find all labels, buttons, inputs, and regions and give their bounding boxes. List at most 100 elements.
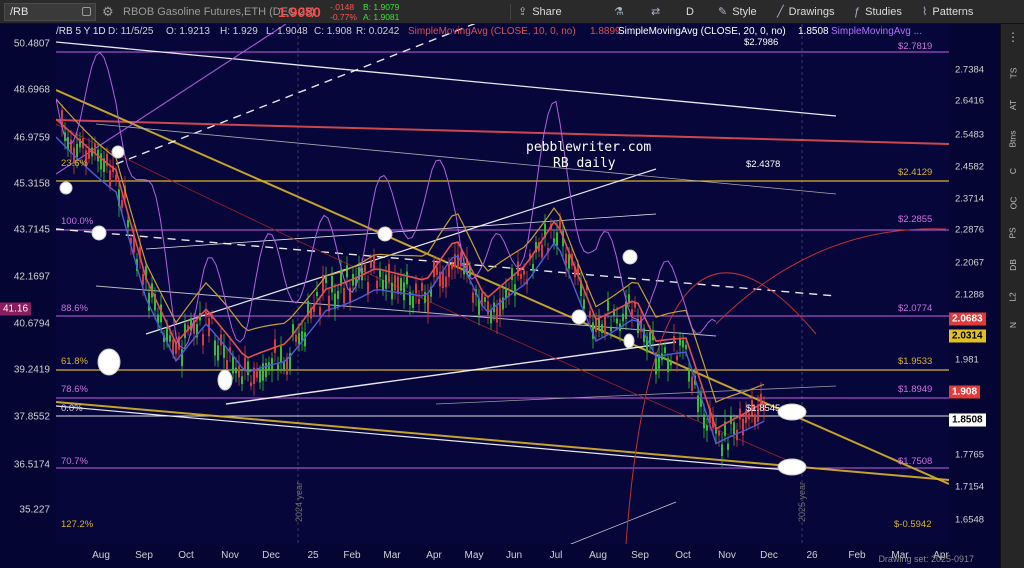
legend-sma20: SimpleMovingAvg (CLOSE, 20, 0, no) xyxy=(618,26,786,37)
time-axis[interactable]: Aug Sep Oct Nov Dec 25 Feb Mar Apr May J… xyxy=(0,544,1000,568)
left-axis-tick: 40.6794 xyxy=(13,318,50,330)
studies-label: Studies xyxy=(865,6,902,18)
candle-body xyxy=(298,333,300,344)
candle-body xyxy=(610,326,612,332)
flask-button[interactable]: ⚗ xyxy=(614,0,629,24)
candle-body xyxy=(607,300,609,311)
trend-line xyxy=(55,119,950,145)
candle-body xyxy=(406,271,408,285)
legend-high: H: 1.929 xyxy=(220,26,258,37)
candle-body xyxy=(484,297,486,303)
candle-body xyxy=(343,287,345,304)
last-price: 1.9080 xyxy=(278,4,321,20)
time-axis-tick: 26 xyxy=(806,550,818,561)
style-button[interactable]: ✎ Style xyxy=(718,0,757,24)
right-price-axis[interactable]: 2.7384 2.6416 2.5483 2.4582 2.3714 2.287… xyxy=(949,24,1000,544)
candle-body xyxy=(742,418,744,436)
candle-body xyxy=(628,294,630,303)
legend-close: C: 1.908 xyxy=(314,26,352,37)
sidebar-grip-icon[interactable]: ⋮ xyxy=(1001,26,1024,48)
candle-body xyxy=(688,368,690,382)
candle-body xyxy=(250,382,252,387)
left-axis-tick: 50.4807 xyxy=(13,38,50,50)
studies-button[interactable]: ƒ Studies xyxy=(854,0,902,24)
candle-body xyxy=(697,395,699,413)
sidebar-item-oc[interactable]: OC xyxy=(1001,192,1024,214)
right-sidebar: ⋮ TS AT Btns C OC PS DB L2 N xyxy=(1000,24,1024,568)
plot-area[interactable]: /RB 5 Y 1D D: 11/5/25 O: 1.9213 H: 1.929… xyxy=(55,0,950,555)
toolbar-divider xyxy=(510,4,511,20)
candle-body xyxy=(421,282,423,291)
candle-body xyxy=(394,275,396,291)
toolbar: /RB ⚙ RBOB Gasoline Futures,ETH (DEC 25)… xyxy=(0,0,1024,24)
percent-change: -0.77% xyxy=(330,12,357,22)
candle-body xyxy=(322,274,324,293)
candle-body xyxy=(184,323,186,339)
candle-body xyxy=(397,276,399,294)
candle-body xyxy=(721,444,723,457)
candle-body xyxy=(496,306,498,323)
candle-body xyxy=(520,273,522,279)
symbol-text: /RB xyxy=(10,6,29,18)
right-axis-tick: 1.981 xyxy=(955,354,979,366)
fib-label-right: $2.7819 xyxy=(898,41,933,52)
lock-icon[interactable] xyxy=(82,7,91,16)
trend-line xyxy=(55,23,287,175)
candle-body xyxy=(259,370,261,383)
candle-body xyxy=(319,306,321,316)
right-axis-tick: 2.6416 xyxy=(955,95,985,107)
candle-body xyxy=(127,219,129,228)
period-button[interactable]: D xyxy=(686,0,694,24)
sidebar-item-l2[interactable]: L2 xyxy=(1001,286,1024,308)
left-price-axis[interactable]: 50.4807 48.6968 46.9759 45.3158 43.7145 … xyxy=(0,24,56,544)
fib-label-right: $2.2855 xyxy=(898,214,933,225)
gear-icon[interactable]: ⚙ xyxy=(102,0,114,24)
candle-body xyxy=(334,293,336,310)
sidebar-label: AT xyxy=(1007,99,1018,111)
pivot-marker xyxy=(571,309,587,325)
candle-body xyxy=(598,318,600,330)
candle-body xyxy=(655,358,657,375)
sidebar-label: OC xyxy=(1008,196,1018,210)
drawings-button[interactable]: ╱ Drawings xyxy=(777,0,834,24)
sidebar-item-n[interactable]: N xyxy=(1001,314,1024,336)
price-chart[interactable]: 50.4807 48.6968 46.9759 45.3158 43.7145 … xyxy=(0,0,1000,568)
drawing-set-label: Drawing set: 2025-0917 xyxy=(878,554,974,564)
chart-canvas[interactable] xyxy=(55,0,950,555)
candle-body xyxy=(661,353,663,360)
legend-open: O: 1.9213 xyxy=(166,26,210,37)
fib-label-right: $2.4129 xyxy=(898,167,933,178)
time-axis-tick: Aug xyxy=(589,550,607,561)
candle-body xyxy=(403,282,405,301)
watermark-site: pebblewriter.com xyxy=(526,140,652,155)
price-label: $2.4378 xyxy=(746,159,781,170)
sidebar-item-btns[interactable]: Btns xyxy=(1001,128,1024,150)
style-label: Style xyxy=(732,6,757,18)
candle-body xyxy=(283,362,285,370)
sidebar-item-ps[interactable]: PS xyxy=(1001,222,1024,244)
fib-label-right: $-0.5942 xyxy=(894,519,932,530)
candle-body xyxy=(295,334,297,343)
share-button[interactable]: ⇪ Share xyxy=(518,0,562,24)
bid-ask-block: B: 1.9079 A: 1.9081 xyxy=(363,2,399,22)
time-axis-tick: Dec xyxy=(760,550,778,561)
pivot-marker xyxy=(59,181,73,195)
time-axis-tick: Feb xyxy=(848,550,866,561)
sidebar-item-db[interactable]: DB xyxy=(1001,254,1024,276)
fib-label-left: 100.0% xyxy=(61,216,94,227)
legend-range: R: 0.0242 xyxy=(356,26,400,37)
sidebar-item-ts[interactable]: TS xyxy=(1001,62,1024,84)
candle-body xyxy=(682,340,684,348)
sma10-line xyxy=(55,118,765,431)
symbol-input[interactable]: /RB xyxy=(4,3,96,21)
compare-button[interactable]: ⇄ xyxy=(651,0,665,24)
candle-body xyxy=(595,319,597,332)
left-axis-tick: 42.1697 xyxy=(13,271,50,283)
left-axis-tick: 46.9759 xyxy=(13,132,50,144)
pivot-marker xyxy=(111,145,125,159)
sidebar-item-at[interactable]: AT xyxy=(1001,94,1024,116)
trend-line xyxy=(145,168,657,335)
sidebar-item-c[interactable]: C xyxy=(1001,160,1024,182)
candle-body xyxy=(217,345,219,361)
patterns-button[interactable]: ⌇ Patterns xyxy=(922,0,973,24)
